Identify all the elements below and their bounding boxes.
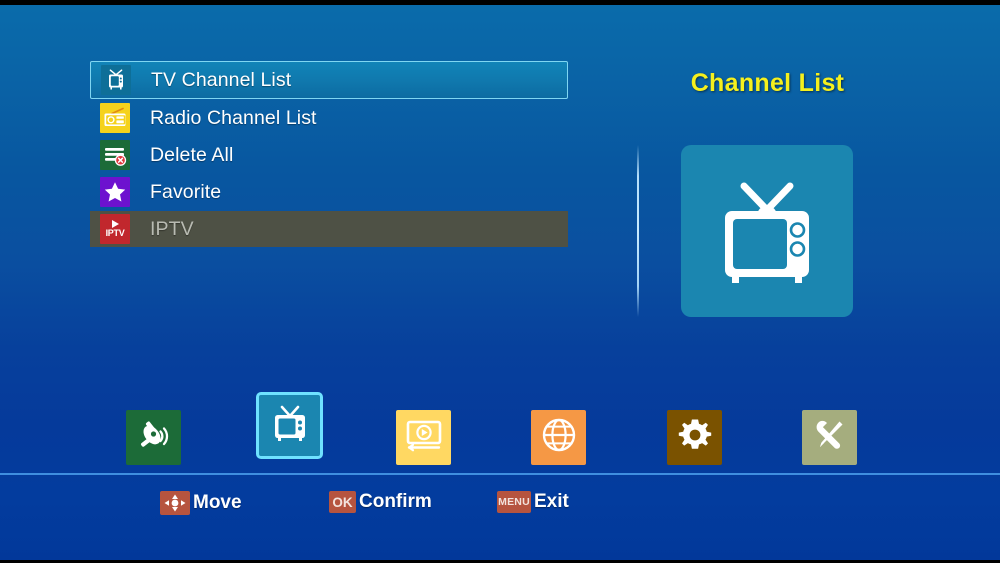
nav-item-settings[interactable] bbox=[667, 410, 722, 465]
menu-item-label: Favorite bbox=[150, 180, 222, 203]
panel-tv-icon bbox=[681, 145, 853, 317]
globe-icon bbox=[537, 413, 581, 462]
nav-item-media[interactable] bbox=[396, 410, 451, 465]
menu-item-favorite[interactable]: Favorite bbox=[90, 174, 568, 210]
satellite-dish-icon bbox=[132, 413, 176, 462]
letterbox-top bbox=[0, 0, 1000, 5]
hint-bar: Move OK Confirm MENU Exit bbox=[0, 488, 1000, 522]
menu-item-label: IPTV bbox=[150, 217, 194, 240]
radio-icon bbox=[100, 103, 130, 133]
tools-icon bbox=[808, 413, 852, 462]
tv-icon bbox=[267, 400, 313, 451]
horizontal-divider bbox=[0, 473, 1000, 475]
nav-item-network[interactable] bbox=[531, 410, 586, 465]
channel-list-menu: TV Channel List Radio Channel List Delet… bbox=[90, 61, 568, 248]
hint-confirm: OK Confirm bbox=[329, 491, 432, 513]
main-menu-bar bbox=[0, 392, 1000, 473]
delete-icon bbox=[100, 140, 130, 170]
nav-item-tools[interactable] bbox=[802, 410, 857, 465]
nav-item-channel[interactable] bbox=[256, 392, 323, 459]
media-player-icon bbox=[402, 413, 446, 462]
menu-item-label: TV Channel List bbox=[151, 68, 292, 91]
menu-item-label: Delete All bbox=[150, 143, 234, 166]
tv-icon bbox=[101, 65, 131, 95]
iptv-icon: IPTV bbox=[100, 214, 130, 244]
menu-item-delete-all[interactable]: Delete All bbox=[90, 137, 568, 173]
ok-key-badge: OK bbox=[329, 491, 356, 513]
vertical-divider bbox=[637, 145, 639, 317]
star-icon bbox=[100, 177, 130, 207]
menu-item-iptv[interactable]: IPTV IPTV bbox=[90, 211, 568, 247]
dpad-icon bbox=[160, 491, 190, 515]
hint-label: Move bbox=[193, 492, 242, 513]
menu-item-radio-channel-list[interactable]: Radio Channel List bbox=[90, 100, 568, 136]
page-title: Channel List bbox=[690, 69, 845, 97]
hint-label: Confirm bbox=[359, 491, 432, 512]
menu-item-tv-channel-list[interactable]: TV Channel List bbox=[90, 61, 568, 99]
hint-move: Move bbox=[160, 491, 242, 515]
nav-item-installation[interactable] bbox=[126, 410, 181, 465]
hint-label: Exit bbox=[534, 491, 569, 512]
gear-icon bbox=[673, 413, 717, 462]
menu-key-badge: MENU bbox=[497, 491, 531, 513]
tv-settings-screen: TV Channel List Radio Channel List Delet… bbox=[0, 0, 1000, 563]
hint-exit: MENU Exit bbox=[497, 491, 569, 513]
menu-item-label: Radio Channel List bbox=[150, 106, 317, 129]
